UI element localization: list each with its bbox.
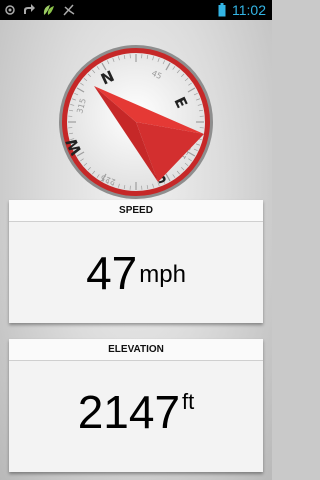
elevation-card: ELEVATION 2147 ft: [9, 339, 263, 472]
battery-icon: [218, 3, 226, 17]
leaf-icon: [43, 5, 54, 15]
main-content: 45 135 225 315 N E S W SPEED 47 mph: [0, 20, 272, 480]
compass-dial: 45 135 225 315 N E S W: [59, 45, 213, 199]
clock: 11:02: [232, 2, 266, 18]
compass: 45 135 225 315 N E S W: [56, 42, 216, 202]
elevation-value: 2147: [77, 386, 181, 438]
notification-icons: [4, 2, 76, 18]
missed-call-icon: [63, 4, 75, 16]
share-icon: [24, 4, 35, 14]
status-bar: 11:02: [0, 0, 272, 20]
status-right: 11:02: [218, 0, 266, 20]
elevation-card-title: ELEVATION: [9, 339, 263, 361]
speed-unit: mph: [139, 261, 186, 288]
location-icon: [5, 5, 15, 15]
elevation-unit: ft: [182, 389, 195, 414]
speed-value: 47: [86, 247, 138, 299]
speed-card-title: SPEED: [9, 200, 263, 222]
speed-card: SPEED 47 mph: [9, 200, 263, 323]
